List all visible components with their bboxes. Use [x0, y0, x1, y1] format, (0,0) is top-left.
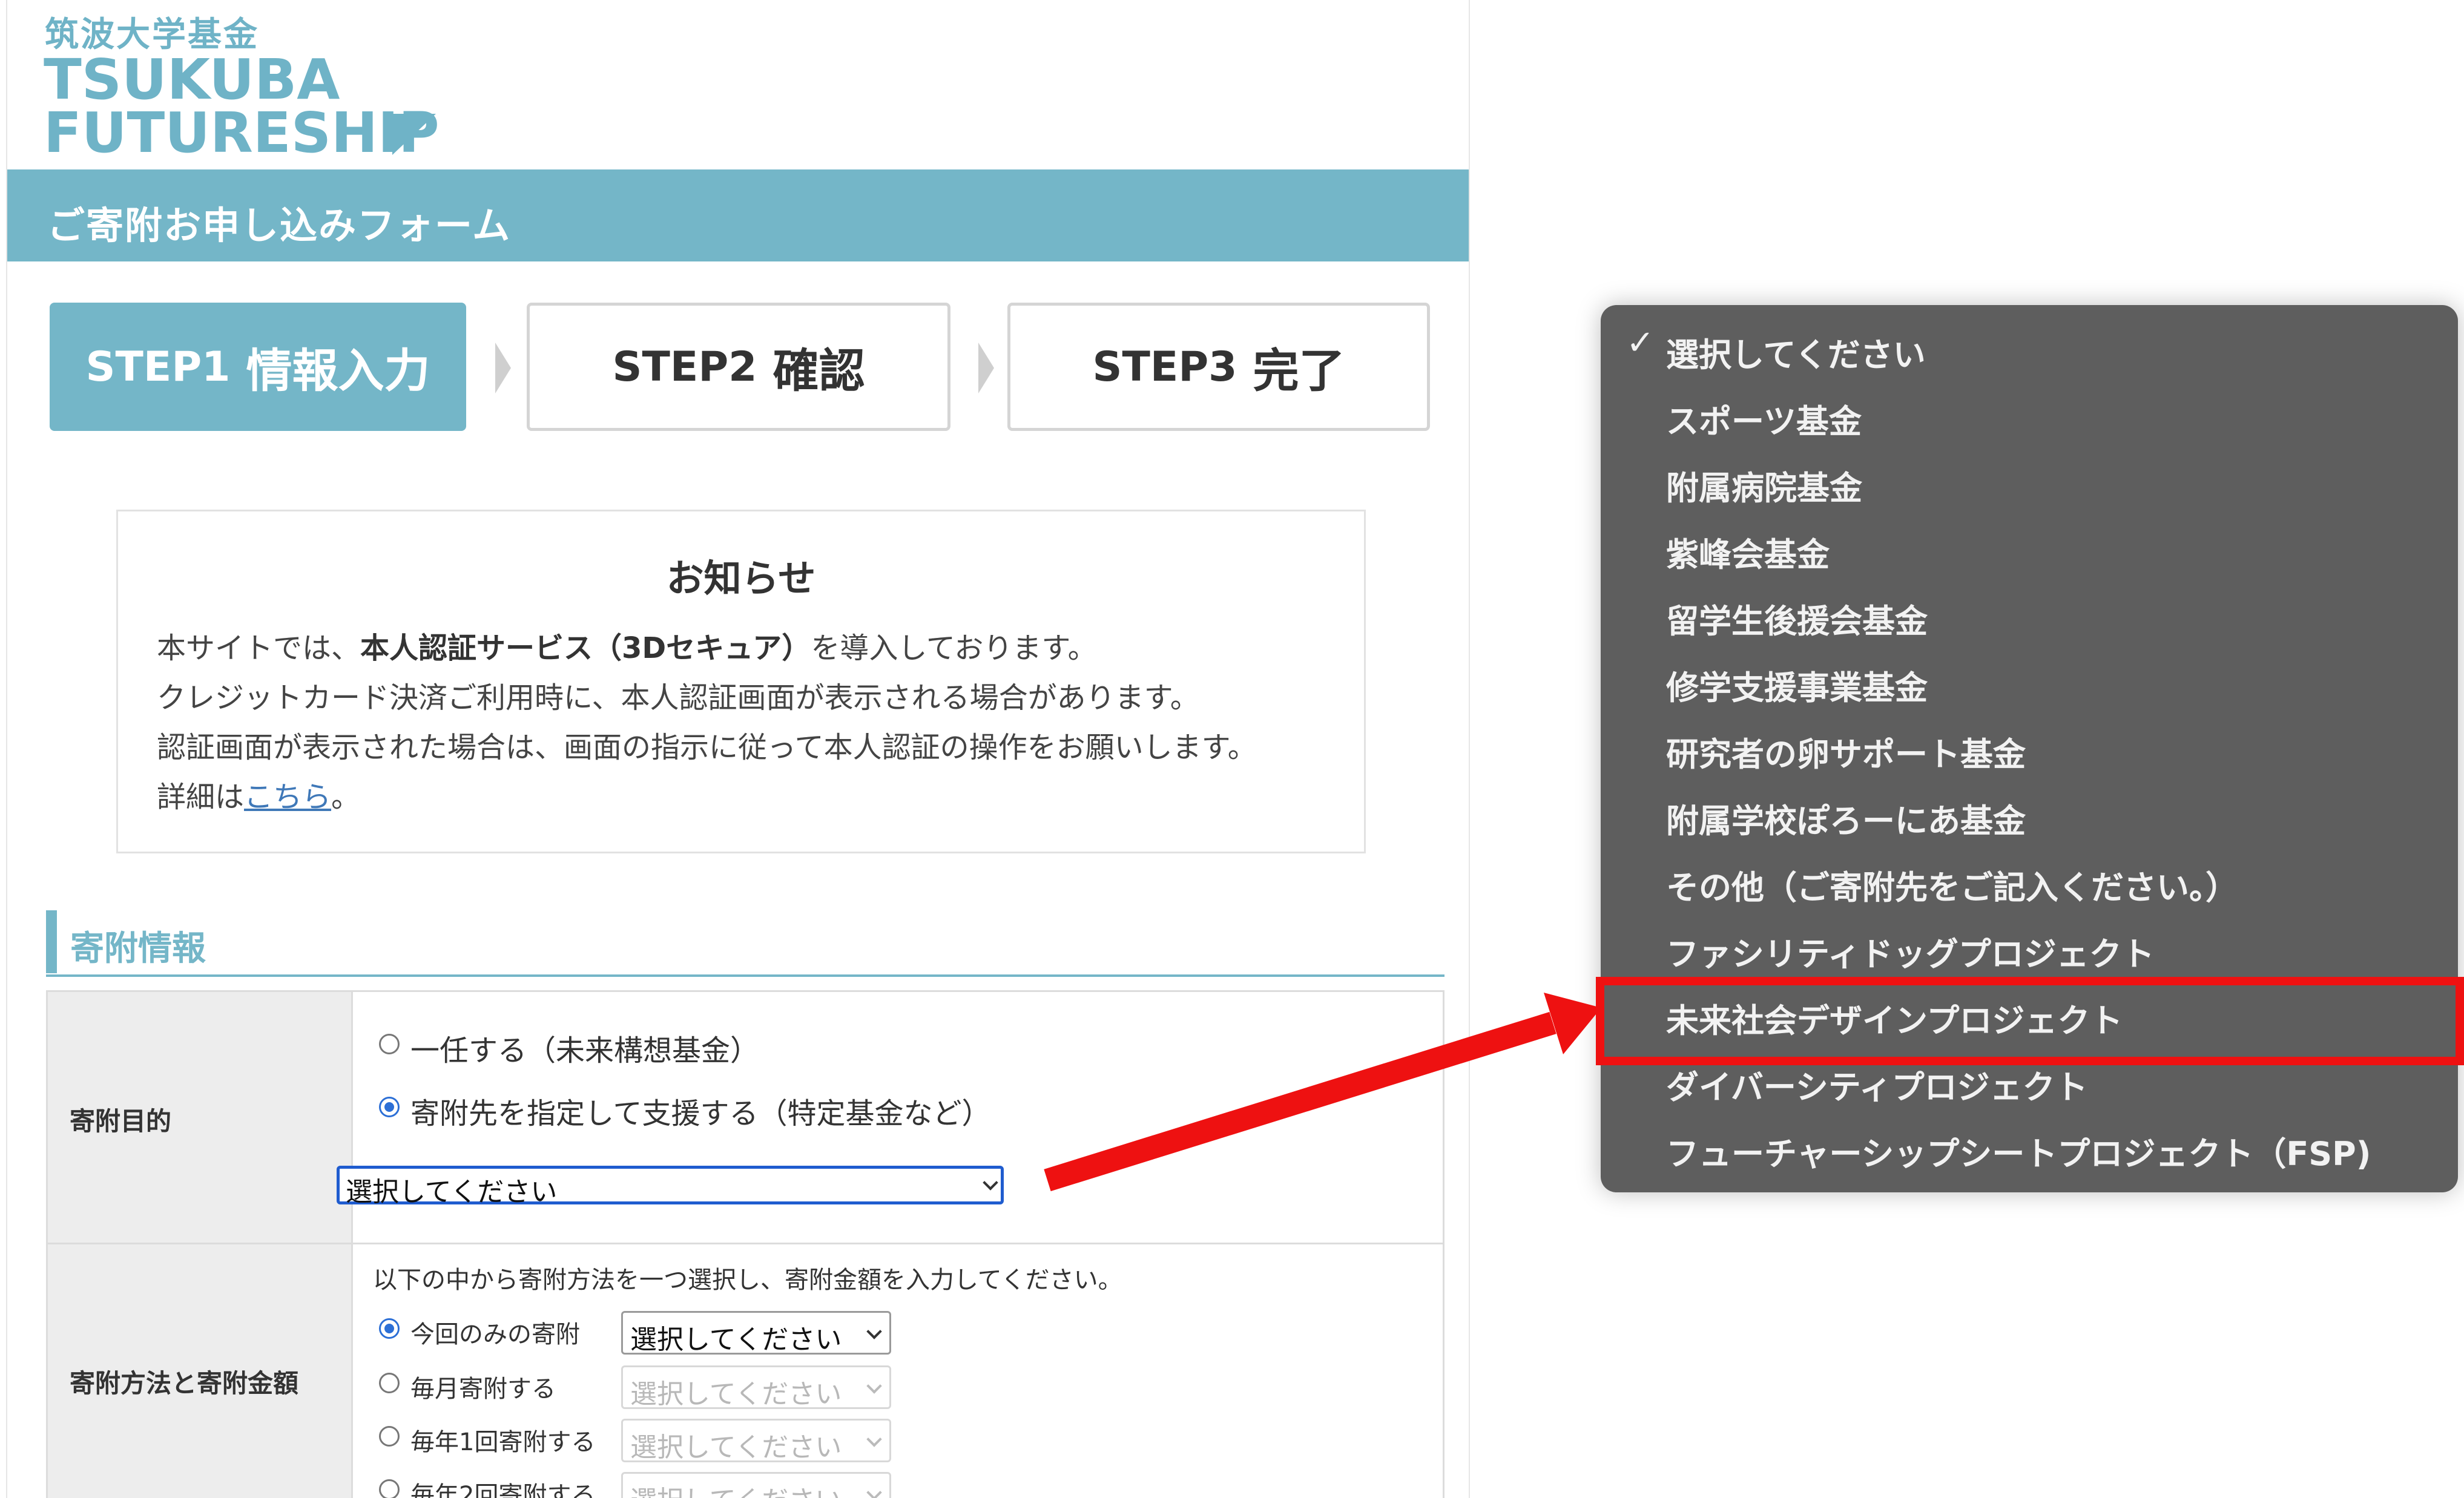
annotation-arrow-icon: [1044, 993, 1601, 1192]
